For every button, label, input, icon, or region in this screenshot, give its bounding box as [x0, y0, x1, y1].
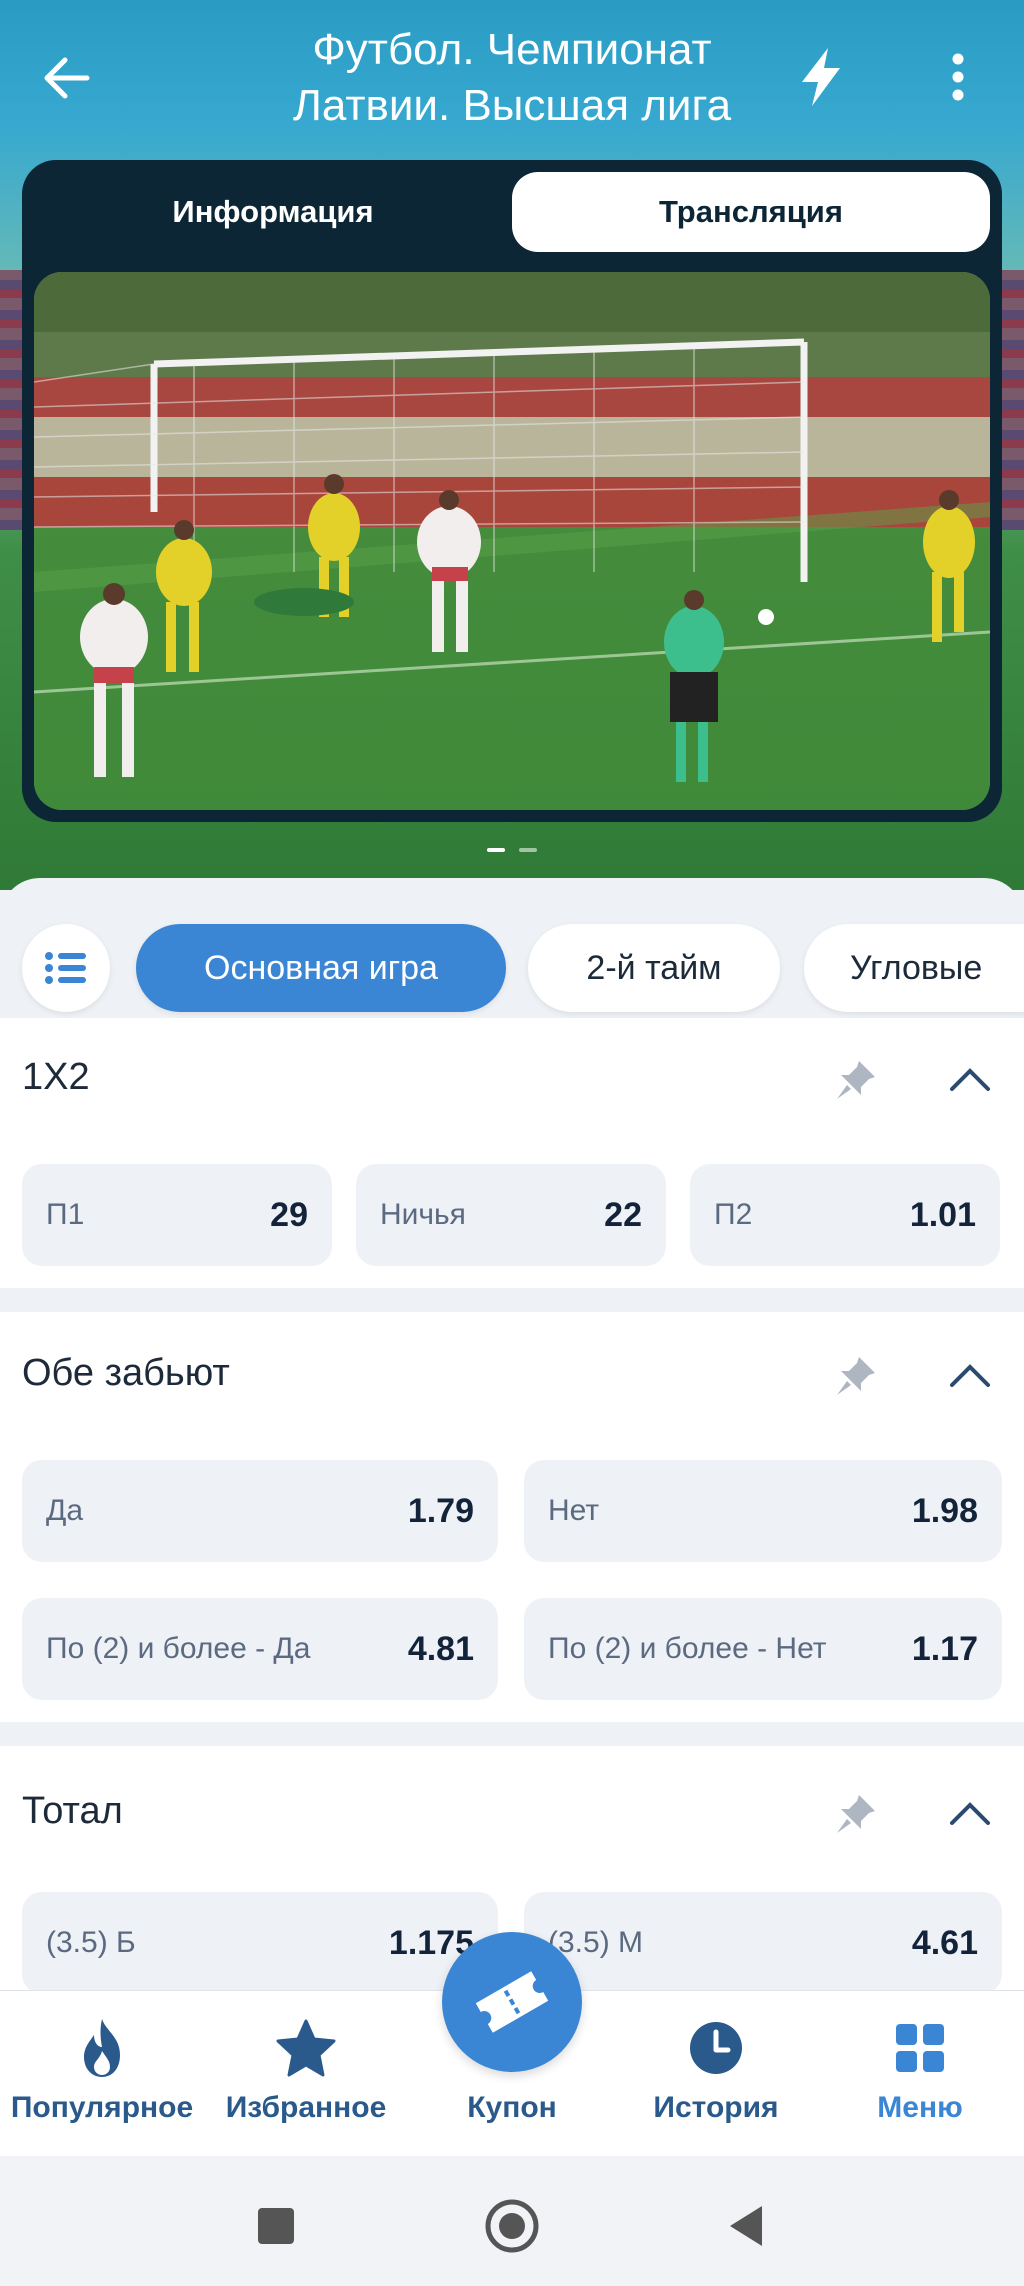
more-options-button[interactable] [930, 42, 986, 112]
chevron-up-icon [950, 1364, 990, 1387]
more-vertical-icon [952, 53, 964, 101]
app-bar: Футбол. Чемпионат Латвии. Высшая лига [0, 0, 1024, 160]
grid-icon [896, 2024, 944, 2072]
clock-icon [690, 2022, 742, 2074]
pin-icon [837, 1061, 875, 1099]
nav-label: Избранное [225, 2091, 387, 2124]
info-broadcast-switch: Информация Трансляция [34, 172, 990, 252]
odd-label: (3.5) Б [46, 1926, 136, 1959]
carousel-dot-1[interactable] [487, 848, 505, 852]
odd-button[interactable]: (3.5) Б 1.175 [22, 1892, 498, 1994]
market-title: Обе забьют [22, 1352, 230, 1394]
collapse-market-button[interactable] [940, 1784, 1000, 1844]
nav-label: Популярное [10, 2091, 194, 2124]
chevron-up-icon [950, 1068, 990, 1091]
market-1x2: 1X2 П1 29 Ничья 22 П2 1.01 [0, 1018, 1024, 1288]
collapse-market-button[interactable] [940, 1346, 1000, 1406]
system-navigation-bar [0, 2156, 1024, 2286]
home-button[interactable] [482, 2196, 542, 2256]
video-frame [34, 272, 990, 810]
nav-label: Купон [467, 2091, 557, 2124]
nav-history[interactable]: История [614, 1991, 818, 2157]
odd-button[interactable]: Ничья 22 [356, 1164, 666, 1266]
nav-favorites[interactable]: Избранное [204, 1991, 408, 2157]
odd-button[interactable]: (3.5) М 4.61 [524, 1892, 1002, 1994]
market-title: 1X2 [22, 1056, 90, 1098]
tab-broadcast[interactable]: Трансляция [512, 172, 990, 252]
odd-label: П2 [714, 1198, 753, 1231]
tab-main-game[interactable]: Основная игра [136, 924, 506, 1012]
odd-label: П1 [46, 1198, 85, 1231]
pin-market-button[interactable] [826, 1346, 886, 1406]
odd-value: 22 [604, 1195, 642, 1234]
carousel-indicator [0, 848, 1024, 852]
odd-value: 1.01 [909, 1195, 976, 1234]
tab-information[interactable]: Информация [34, 172, 512, 252]
recent-apps-button[interactable] [246, 2196, 306, 2256]
video-player[interactable] [34, 272, 990, 810]
odd-value: 1.98 [911, 1491, 978, 1530]
broadcast-card: Информация Трансляция [22, 160, 1002, 822]
odd-value: 4.61 [911, 1923, 978, 1962]
nav-label: Меню [877, 2091, 963, 2124]
odd-button[interactable]: П2 1.01 [690, 1164, 1000, 1266]
market-filter-button[interactable] [22, 924, 110, 1012]
pin-market-button[interactable] [826, 1050, 886, 1110]
collapse-market-button[interactable] [940, 1050, 1000, 1110]
odd-button[interactable]: По (2) и более - Нет 1.17 [524, 1598, 1002, 1700]
page-title: Футбол. Чемпионат Латвии. Высшая лига [180, 22, 844, 134]
ticket-icon [475, 1971, 549, 2033]
title-line-1: Футбол. Чемпионат [312, 25, 712, 74]
odd-button[interactable]: Нет 1.98 [524, 1460, 1002, 1562]
pin-icon [837, 1357, 875, 1395]
arrow-left-icon [44, 57, 90, 99]
odd-value: 4.81 [407, 1629, 474, 1668]
coupon-button[interactable] [442, 1932, 582, 2072]
market-tabs-bar: Основная игра 2-й тайм Угловые [0, 878, 1024, 1018]
flame-icon [84, 2019, 120, 2077]
odd-value: 1.17 [911, 1629, 978, 1668]
tab-corners[interactable]: Угловые [804, 924, 1024, 1012]
tab-second-half[interactable]: 2-й тайм [528, 924, 780, 1012]
list-icon [45, 952, 86, 984]
odd-button[interactable]: П1 29 [22, 1164, 332, 1266]
star-icon [276, 2019, 336, 2077]
odd-label: По (2) и более - Да [46, 1632, 311, 1665]
odd-button[interactable]: Да 1.79 [22, 1460, 498, 1562]
quick-bet-button[interactable] [786, 42, 856, 112]
odd-value: 1.79 [407, 1491, 474, 1530]
square-icon [258, 2208, 294, 2244]
system-back-button[interactable] [716, 2196, 776, 2256]
odd-label: По (2) и более - Нет [548, 1632, 827, 1665]
market-both-teams-score: Обе забьют Да 1.79 Нет 1.98 По (2) и бол… [0, 1312, 1024, 1722]
nav-label: История [653, 2091, 779, 2124]
nav-popular[interactable]: Популярное [0, 1991, 204, 2157]
odd-label: Нет [548, 1494, 600, 1527]
nav-menu[interactable]: Меню [818, 1991, 1022, 2157]
pin-icon [837, 1795, 875, 1833]
match-hero: Футбол. Чемпионат Латвии. Высшая лига Ин… [0, 0, 1024, 890]
odd-value: 29 [270, 1195, 308, 1234]
circle-home-icon [485, 2199, 539, 2253]
pin-market-button[interactable] [826, 1784, 886, 1844]
odd-label: Да [46, 1494, 84, 1527]
carousel-dot-2[interactable] [519, 848, 537, 852]
lightning-icon [802, 48, 840, 106]
back-button[interactable] [34, 46, 98, 110]
triangle-back-icon [730, 2206, 762, 2246]
odd-label: Ничья [380, 1198, 466, 1231]
market-title: Тотал [22, 1790, 123, 1832]
title-line-2: Латвии. Высшая лига [292, 81, 732, 130]
chevron-up-icon [950, 1802, 990, 1825]
odd-button[interactable]: По (2) и более - Да 4.81 [22, 1598, 498, 1700]
